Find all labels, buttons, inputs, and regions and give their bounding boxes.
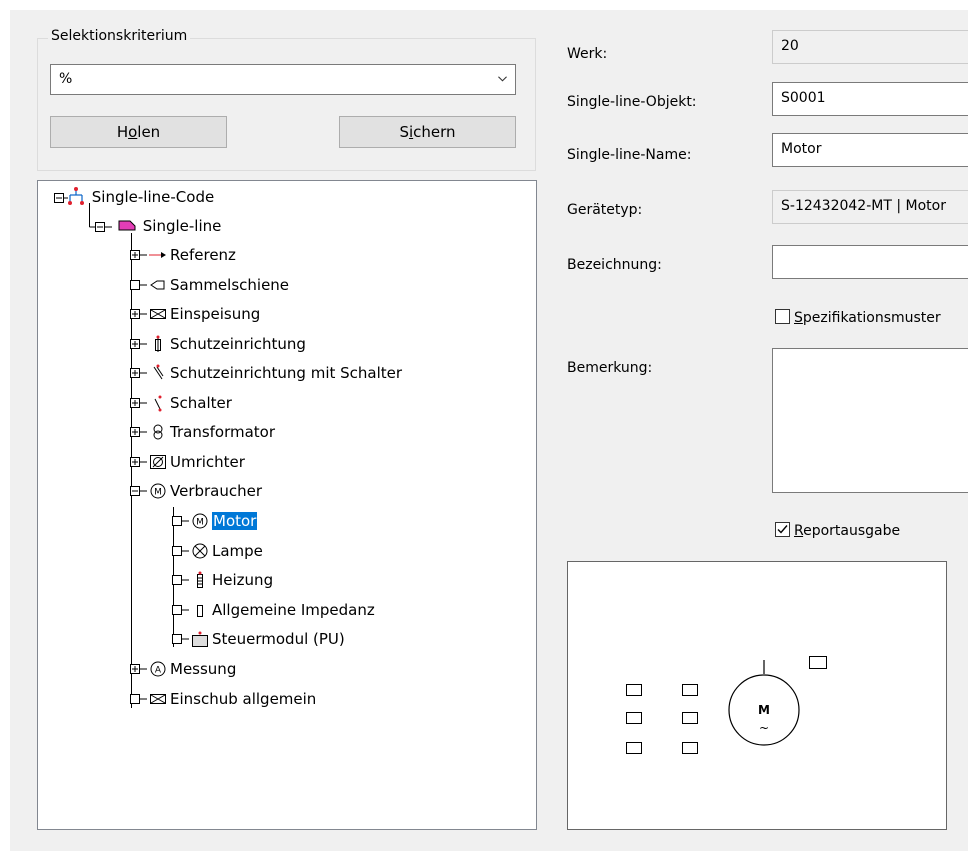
spezifikation-checkbox[interactable]: Spezifikationsmuster: [775, 309, 941, 326]
tree-node-referenz[interactable]: Referenz: [149, 244, 236, 266]
bemerkung-textarea[interactable]: [772, 348, 968, 493]
tree-node-label: Verbraucher: [170, 482, 263, 500]
tree-node-schutzeinrichtung-mit-schalter[interactable]: Schutzeinrichtung mit Schalter: [149, 362, 402, 384]
svg-text:M: M: [154, 488, 162, 498]
tree-node-lampe[interactable]: Lampe: [191, 540, 263, 562]
lamp-icon: [192, 543, 208, 559]
name-label: Single-line-Name:: [567, 147, 692, 163]
svg-text:M: M: [196, 518, 204, 528]
heater-icon: [197, 571, 203, 588]
consumer-icon: M: [150, 483, 166, 499]
tree-node-steuermodul-pu[interactable]: Steuermodul (PU): [191, 628, 345, 650]
holen-button[interactable]: Holen: [50, 116, 227, 148]
tree-node-single-line-code[interactable]: Single-line-Code: [67, 186, 214, 208]
selection-combobox[interactable]: %: [50, 64, 516, 95]
objekt-label: Single-line-Objekt:: [567, 94, 697, 110]
objekt-field[interactable]: S0001: [772, 82, 968, 116]
tree-node-motor[interactable]: M Motor: [191, 510, 258, 532]
tree-node-label: Umrichter: [170, 453, 245, 471]
report-checkbox[interactable]: Reportausgabe: [775, 522, 900, 539]
tree-node-einspeisung[interactable]: Einspeisung: [149, 303, 260, 325]
tree-node-sammelschiene[interactable]: Sammelschiene: [149, 274, 289, 296]
tree-node-label: Transformator: [170, 423, 276, 441]
symbol-preview: M ~: [567, 561, 947, 830]
bezeichnung-label: Bezeichnung:: [567, 257, 662, 273]
tree-node-label: Steuermodul (PU): [212, 630, 345, 648]
selection-groupbox: [37, 38, 536, 171]
feed-icon: [150, 309, 166, 319]
tree-node-single-line[interactable]: Single-line: [118, 215, 221, 237]
motor-letter: M: [758, 703, 770, 717]
tree-node-heizung[interactable]: Heizung: [191, 569, 273, 591]
drawer-icon: [150, 694, 166, 704]
sichern-button[interactable]: Sichern: [339, 116, 516, 148]
tree-node-label: Einschub allgemein: [170, 690, 317, 708]
tree-node-label: Referenz: [170, 246, 236, 264]
tree-node-schutzeinrichtung[interactable]: Schutzeinrichtung: [149, 333, 306, 355]
fuse-switch-icon: [153, 364, 164, 380]
geraetetyp-field[interactable]: S-12432042-MT | Motor: [772, 190, 968, 224]
tree-node-verbraucher[interactable]: M Verbraucher: [149, 480, 262, 502]
tree-node-label: Schutzeinrichtung mit Schalter: [170, 364, 403, 382]
tree-node-messung[interactable]: A Messung: [149, 658, 236, 680]
fuse-icon: [155, 335, 161, 352]
combo-value: %: [59, 71, 73, 87]
tree-node-label: Heizung: [212, 571, 274, 589]
tree-node-label: Schutzeinrichtung: [170, 335, 306, 353]
tree-node-label: Einspeisung: [170, 305, 261, 323]
control-module-icon: [192, 631, 208, 647]
tree-node-label: Sammelschiene: [170, 276, 290, 294]
reference-arrow-icon: [149, 252, 166, 258]
checkbox-box: [775, 309, 790, 324]
motor-icon: M: [192, 513, 208, 529]
svg-text:A: A: [155, 666, 162, 676]
switch-icon: [154, 395, 162, 412]
bemerkung-label: Bemerkung:: [567, 360, 653, 376]
report-label: Reportausgabe: [794, 523, 901, 539]
transformer-icon: [153, 424, 163, 440]
tree-node-label: Allgemeine Impedanz: [212, 601, 375, 619]
converter-icon: [150, 455, 166, 469]
tree-node-einschub-allgemein[interactable]: Einschub allgemein: [149, 688, 316, 710]
tree-node-allgemeine-impedanz[interactable]: Allgemeine Impedanz: [191, 599, 375, 621]
tree-node-label: Schalter: [170, 394, 232, 412]
tree-node-umrichter[interactable]: Umrichter: [149, 451, 245, 473]
motor-symbol-drawing: M ~: [626, 656, 827, 754]
tree-node-label: Motor: [212, 512, 258, 530]
tree-node-transformator[interactable]: Transformator: [149, 421, 275, 443]
tree-node-label: Messung: [170, 660, 237, 678]
tree-node-schalter[interactable]: Schalter: [149, 392, 232, 414]
impedance-icon: [197, 605, 203, 617]
bezeichnung-field[interactable]: [772, 245, 968, 279]
werk-field[interactable]: 20: [772, 30, 968, 64]
tree-node-label: Lampe: [212, 542, 263, 560]
geraetetyp-label: Gerätetyp:: [567, 202, 643, 218]
measurement-icon: A: [150, 661, 166, 677]
check-icon: [775, 522, 790, 537]
single-line-icon: [118, 220, 136, 231]
selection-legend: Selektionskriterium: [48, 28, 191, 44]
chevron-down-icon: [498, 76, 507, 82]
spezifikation-label: Spezifikationsmuster: [794, 310, 941, 326]
busbar-icon: [150, 280, 165, 290]
code-icon: [68, 187, 84, 205]
motor-tilde: ~: [759, 721, 769, 735]
werk-label: Werk:: [567, 46, 608, 62]
name-field[interactable]: Motor: [772, 133, 968, 167]
